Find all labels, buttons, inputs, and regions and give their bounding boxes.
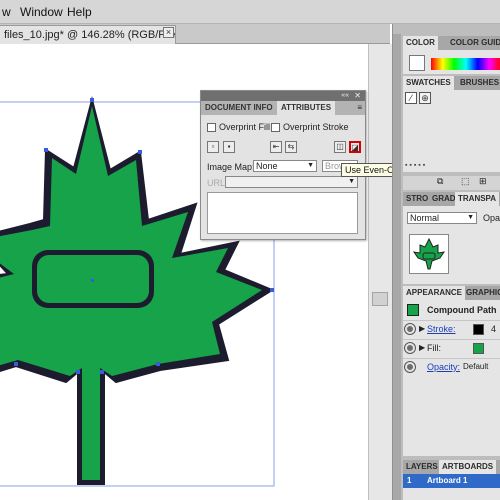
color-panel-tabs: COLOR COLOR GUIDE — [403, 36, 500, 50]
dock-collapse-strip[interactable] — [393, 34, 401, 500]
color-spectrum[interactable] — [431, 58, 500, 70]
stroke-link[interactable]: Stroke: — [427, 324, 456, 334]
panel-title-bar[interactable]: «« ✕ — [201, 91, 365, 101]
artboard-row[interactable]: 1 Artboard 1 — [403, 474, 500, 488]
eye-icon[interactable] — [405, 362, 415, 372]
appearance-panel-tabs: APPEARANCE GRAPHIC — [403, 286, 500, 300]
fill-label: Fill: — [427, 343, 441, 353]
none-swatch-icon[interactable]: ⁄ — [405, 92, 417, 104]
swatches-panel: SWATCHES BRUSHES ⁄ ⊕ ▪ ▪ ▪ ▪ ▪ — [403, 76, 500, 172]
opacity-link[interactable]: Opacity: — [427, 362, 460, 372]
overprint-stroke-label: Overprint Stroke — [283, 122, 349, 132]
menu-item-window[interactable]: Window — [20, 5, 63, 19]
appearance-panel: APPEARANCE GRAPHIC Compound Path ▶ Strok… — [403, 286, 500, 456]
image-map-value: None — [256, 161, 278, 171]
stroke-color-swatch[interactable] — [473, 324, 484, 335]
appearance-fill-row[interactable]: ▶ Fill: — [403, 339, 500, 357]
tab-swatches[interactable]: SWATCHES — [403, 76, 454, 90]
fill-stroke-chip[interactable] — [409, 55, 425, 71]
chevron-down-icon: ▼ — [467, 214, 474, 221]
overprint-stroke-checkbox[interactable] — [271, 123, 280, 132]
menu-item-help[interactable]: Help — [67, 5, 92, 19]
tab-stroke[interactable]: STRO — [403, 192, 431, 206]
overprint-fill-label: Overprint Fill — [219, 122, 271, 132]
menu-bar: w Window Help — [0, 0, 500, 24]
tab-attributes[interactable]: ATTRIBUTES — [277, 101, 336, 115]
blend-mode-value: Normal — [410, 213, 440, 223]
tab-layers[interactable]: LAYERS — [403, 460, 441, 474]
tab-color[interactable]: COLOR — [403, 36, 438, 50]
close-panel-icon[interactable]: ✕ — [354, 91, 361, 101]
disclosure-triangle-icon[interactable]: ▶ — [419, 343, 425, 352]
tab-brushes[interactable]: BRUSHES — [457, 76, 500, 90]
vertical-scrollbar[interactable] — [368, 44, 392, 500]
document-tab-bar: files_10.jpg* @ 146.28% (RGB/Preview) × — [0, 24, 390, 44]
artboard-name: Artboard 1 — [427, 476, 468, 485]
tab-transparency[interactable]: TRANSPA — [455, 192, 500, 206]
tab-artboards[interactable]: ARTBOARDS — [439, 460, 497, 474]
reverse-path-direction-off-icon[interactable]: ⇤ — [270, 141, 282, 153]
swatches-panel-tabs: SWATCHES BRUSHES — [403, 76, 500, 90]
appearance-thumbnail — [407, 304, 419, 316]
transparency-panel: STRO GRAD TRANSPA Normal ▼ Opa — [403, 192, 500, 284]
document-tab-title: files_10.jpg* @ 146.28% (RGB/Preview) — [4, 29, 175, 41]
image-map-select[interactable]: None ▼ — [253, 160, 317, 172]
appearance-stroke-row[interactable]: ▶ Stroke: 4 — [403, 320, 500, 338]
leaf-thumbnail-icon — [412, 237, 446, 270]
artboard-number: 1 — [407, 476, 412, 485]
panel-menu-icon[interactable]: ≡ — [357, 103, 362, 112]
close-icon[interactable]: × — [163, 27, 174, 38]
layers-panel-tabs: LAYERS ARTBOARDS — [403, 460, 500, 474]
overprint-fill-checkbox[interactable] — [207, 123, 216, 132]
center-hide-icon[interactable]: ▪ — [223, 141, 235, 153]
eye-icon[interactable] — [405, 343, 415, 353]
fill-color-swatch[interactable] — [473, 343, 484, 354]
url-input[interactable]: ▼ — [225, 176, 358, 188]
transparency-thumbnail — [409, 234, 449, 274]
reverse-path-direction-on-icon[interactable]: ⇆ — [285, 141, 297, 153]
even-odd-fill-rule-icon[interactable]: ◪ — [349, 141, 361, 153]
notes-textarea[interactable] — [207, 192, 358, 234]
symbol-break-icon[interactable]: ⬚ — [461, 176, 470, 187]
chevron-down-icon: ▼ — [307, 162, 314, 169]
scrollbar-thumb[interactable] — [372, 292, 388, 306]
panel-dock: COLOR COLOR GUIDE SWATCHES BRUSHES ⁄ ⊕ ▪… — [392, 24, 500, 500]
document-tab[interactable]: files_10.jpg* @ 146.28% (RGB/Preview) — [0, 25, 176, 44]
graphic-tools-row: ⧉ ⬚ ⊞ — [403, 176, 500, 190]
collapse-icon[interactable]: «« — [341, 91, 349, 101]
appearance-opacity-row[interactable]: Opacity: Default — [403, 358, 500, 376]
center-show-icon[interactable]: ▫ — [207, 141, 219, 153]
opacity-label: Opa — [483, 213, 500, 223]
image-map-label: Image Map: — [207, 162, 255, 172]
tab-graphic-styles[interactable]: GRAPHIC — [463, 286, 500, 300]
layers-panel: LAYERS ARTBOARDS 1 Artboard 1 — [403, 460, 500, 500]
eye-icon[interactable] — [405, 324, 415, 334]
symbol-new-icon[interactable]: ⊞ — [479, 176, 487, 187]
opacity-value: Default — [463, 362, 489, 371]
attributes-panel-tabs: DOCUMENT INFO ATTRIBUTES ≡ — [201, 101, 365, 115]
symbol-place-icon[interactable]: ⧉ — [437, 176, 443, 187]
tab-color-guide[interactable]: COLOR GUIDE — [447, 36, 500, 50]
disclosure-triangle-icon[interactable]: ▶ — [419, 324, 425, 333]
transparency-panel-tabs: STRO GRAD TRANSPA — [403, 192, 500, 206]
stroke-weight-value: 4 — [491, 324, 497, 334]
menu-item-view[interactable]: w — [2, 5, 11, 19]
registration-swatch-icon[interactable]: ⊕ — [419, 92, 431, 104]
tab-document-info[interactable]: DOCUMENT INFO — [201, 101, 277, 115]
tab-appearance[interactable]: APPEARANCE — [403, 286, 466, 300]
blend-mode-select[interactable]: Normal ▼ — [407, 212, 477, 224]
swatch-tools: ▪ ▪ ▪ ▪ ▪ — [405, 162, 426, 169]
nonzero-winding-fill-rule-icon[interactable]: ◫ — [334, 141, 346, 153]
chevron-down-icon: ▼ — [348, 178, 355, 185]
color-panel: COLOR COLOR GUIDE — [403, 36, 500, 74]
appearance-object-title: Compound Path — [427, 305, 497, 315]
